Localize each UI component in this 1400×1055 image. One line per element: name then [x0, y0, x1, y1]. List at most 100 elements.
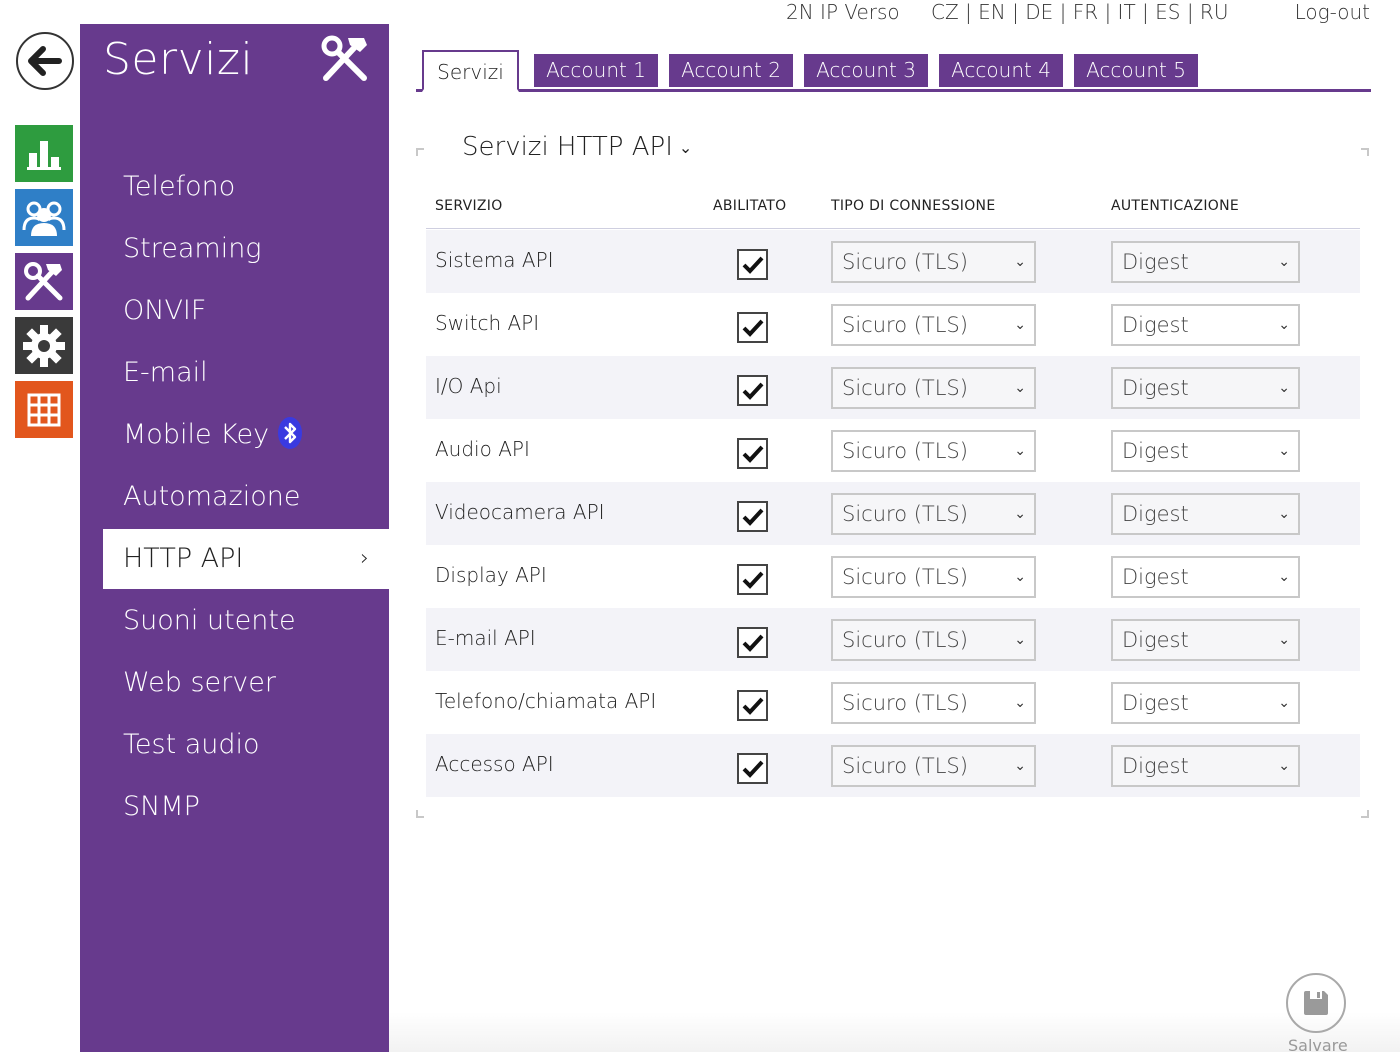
chevron-down-icon: ⌄: [1278, 432, 1290, 470]
rail-system-button[interactable]: [15, 381, 73, 438]
sidebar-item-snmp[interactable]: SNMP: [103, 776, 389, 838]
enabled-checkbox[interactable]: [737, 690, 768, 721]
tab-account-1[interactable]: Account 1: [534, 54, 658, 87]
auth-select[interactable]: Digest⌄: [1111, 745, 1300, 787]
connection-type-select[interactable]: Sicuro (TLS)⌄: [831, 556, 1036, 598]
lang-es[interactable]: ES: [1155, 0, 1180, 24]
enabled-checkbox[interactable]: [737, 375, 768, 406]
service-name: Display API: [435, 563, 547, 587]
table-row: Audio API Sicuro (TLS)⌄ Digest⌄: [426, 419, 1360, 482]
auth-select[interactable]: Digest⌄: [1111, 556, 1300, 598]
tab-account-2[interactable]: Account 2: [669, 54, 793, 87]
service-name: Sistema API: [435, 248, 554, 272]
lang-en[interactable]: EN: [978, 0, 1006, 24]
arrow-left-icon: [28, 46, 62, 76]
sidebar-item-streaming[interactable]: Streaming: [103, 218, 389, 280]
connection-type-select[interactable]: Sicuro (TLS)⌄: [831, 304, 1036, 346]
tab-account-4[interactable]: Account 4: [939, 54, 1063, 87]
sidebar-item-label: SNMP: [123, 791, 200, 822]
tab-account-5[interactable]: Account 5: [1074, 54, 1198, 87]
rail-status-button[interactable]: [15, 125, 73, 182]
sidebar-item-automazione[interactable]: Automazione: [103, 466, 389, 528]
connection-type-select[interactable]: Sicuro (TLS)⌄: [831, 745, 1036, 787]
auth-select[interactable]: Digest⌄: [1111, 682, 1300, 724]
services-sidebar: Servizi Telefono Streaming ONVIF E-mail …: [80, 24, 389, 1052]
service-name: Accesso API: [435, 752, 554, 776]
auth-select[interactable]: Digest ⌄: [1111, 241, 1300, 283]
sidebar-item-email[interactable]: E-mail: [103, 342, 389, 404]
lang-cz[interactable]: CZ: [931, 0, 959, 24]
col-auth: AUTENTICAZIONE: [1111, 198, 1239, 214]
chevron-down-icon: ⌄: [1014, 243, 1026, 281]
language-switcher: CZ | EN | DE | FR | IT | ES | RU: [931, 0, 1228, 24]
chevron-down-icon: ⌄: [1278, 369, 1290, 407]
lang-de[interactable]: DE: [1025, 0, 1053, 24]
checkmark-icon: [742, 445, 764, 463]
lang-it[interactable]: IT: [1118, 0, 1136, 24]
enabled-checkbox[interactable]: [737, 249, 768, 280]
auth-select[interactable]: Digest⌄: [1111, 493, 1300, 535]
checkmark-icon: [742, 256, 764, 274]
enabled-checkbox[interactable]: [737, 753, 768, 784]
select-value: Digest: [1122, 502, 1189, 526]
connection-type-select[interactable]: Sicuro (TLS)⌄: [831, 430, 1036, 472]
app-rail: [0, 0, 80, 1052]
rail-directory-button[interactable]: [15, 189, 73, 246]
chevron-down-icon: ⌄: [1278, 243, 1290, 281]
rail-hardware-button[interactable]: [15, 317, 73, 374]
sidebar-item-mobile-key[interactable]: Mobile Key: [103, 404, 389, 466]
enabled-checkbox[interactable]: [737, 312, 768, 343]
panel-title[interactable]: Servizi HTTP API⌄: [460, 132, 694, 162]
enabled-checkbox[interactable]: [737, 438, 768, 469]
col-enabled: ABILITATO: [713, 198, 786, 214]
tab-account-3[interactable]: Account 3: [804, 54, 928, 87]
sidebar-item-telefono[interactable]: Telefono: [103, 156, 389, 218]
chevron-down-icon: ⌄: [1014, 495, 1026, 533]
auth-select[interactable]: Digest ⌄: [1111, 619, 1300, 661]
device-name: 2N IP Verso: [786, 0, 900, 24]
table-row: Switch API Sicuro (TLS)⌄ Digest⌄: [426, 293, 1360, 356]
enabled-checkbox[interactable]: [737, 564, 768, 595]
lang-ru[interactable]: RU: [1200, 0, 1229, 24]
connection-type-select[interactable]: Sicuro (TLS)⌄: [831, 241, 1036, 283]
select-value: Digest: [1122, 754, 1189, 778]
tab-servizi[interactable]: Servizi: [422, 50, 519, 92]
select-value: Sicuro (TLS): [842, 628, 968, 652]
sidebar-item-label: Web server: [123, 667, 276, 698]
connection-type-select[interactable]: Sicuro (TLS)⌄: [831, 493, 1036, 535]
checkmark-icon: [742, 571, 764, 589]
lang-fr[interactable]: FR: [1073, 0, 1098, 24]
checkmark-icon: [742, 760, 764, 778]
select-value: Digest: [1122, 250, 1189, 274]
connection-type-select[interactable]: Sicuro (TLS) ⌄: [831, 619, 1036, 661]
sidebar-item-onvif[interactable]: ONVIF: [103, 280, 389, 342]
connection-type-select[interactable]: Sicuro (TLS)⌄: [831, 682, 1036, 724]
auth-select[interactable]: Digest⌄: [1111, 430, 1300, 472]
chevron-down-icon: ⌄: [1278, 621, 1290, 659]
sidebar-item-http-api[interactable]: HTTP API›: [103, 529, 389, 589]
auth-select[interactable]: Digest⌄: [1111, 304, 1300, 346]
chevron-down-icon: ⌄: [1014, 369, 1026, 407]
services-tools-icon: [22, 260, 66, 304]
chevron-down-icon: ⌄: [679, 138, 692, 157]
sidebar-item-label: Suoni utente: [123, 605, 296, 636]
auth-select[interactable]: Digest⌄: [1111, 367, 1300, 409]
rail-services-button[interactable]: [15, 253, 73, 310]
logout-link[interactable]: Log-out: [1295, 0, 1370, 24]
services-table: Sistema API Sicuro (TLS) ⌄ Digest ⌄ Switch…: [426, 230, 1360, 797]
sidebar-item-suoni-utente[interactable]: Suoni utente: [103, 590, 389, 652]
back-button[interactable]: [16, 32, 74, 90]
col-service: SERVIZIO: [435, 198, 503, 214]
chevron-down-icon: ⌄: [1278, 558, 1290, 596]
enabled-checkbox[interactable]: [737, 627, 768, 658]
sidebar-item-test-audio[interactable]: Test audio: [103, 714, 389, 776]
select-value: Digest: [1122, 628, 1189, 652]
select-value: Sicuro (TLS): [842, 439, 968, 463]
save-button[interactable]: [1286, 973, 1346, 1033]
enabled-checkbox[interactable]: [737, 501, 768, 532]
chevron-down-icon: ⌄: [1014, 621, 1026, 659]
connection-type-select[interactable]: Sicuro (TLS)⌄: [831, 367, 1036, 409]
sidebar-item-web-server[interactable]: Web server: [103, 652, 389, 714]
select-value: Sicuro (TLS): [842, 754, 968, 778]
chevron-down-icon: ⌄: [1014, 558, 1026, 596]
